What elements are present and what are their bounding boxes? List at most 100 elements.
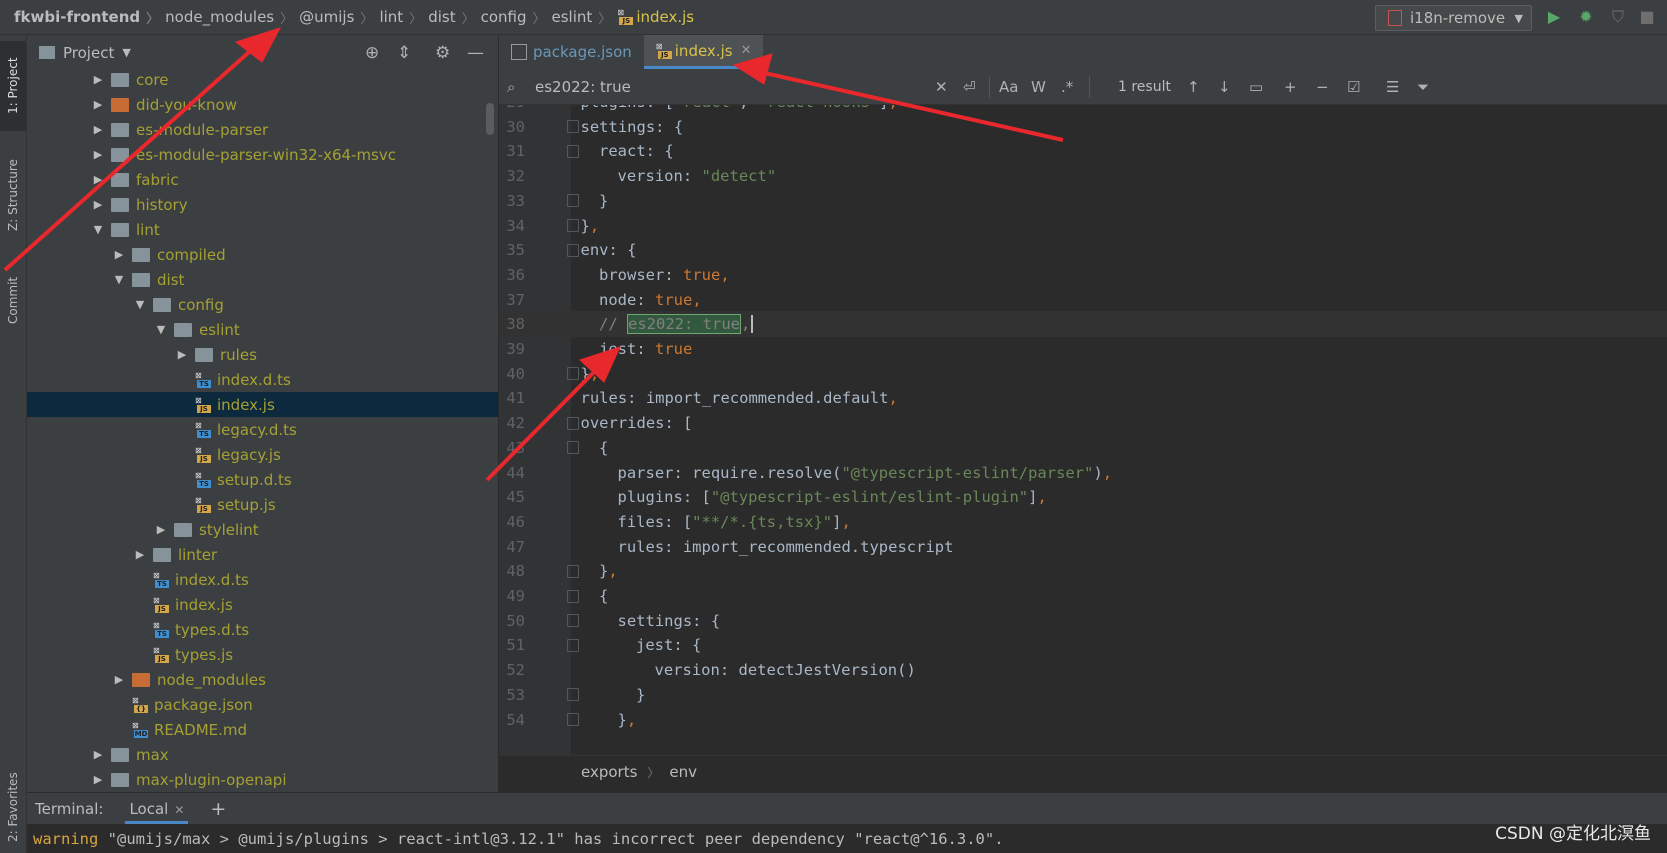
code-line[interactable]: 53} bbox=[499, 682, 1667, 708]
code-line[interactable]: 48}, bbox=[499, 558, 1667, 584]
search-icon[interactable]: ⌕ bbox=[507, 78, 515, 96]
tab-index-js[interactable]: ⊠ JS index.js ✕ bbox=[643, 35, 764, 69]
tree-item[interactable]: ⊠ TS legacy.d.ts bbox=[27, 417, 498, 442]
tree-item[interactable]: ⊠ MD README.md bbox=[27, 717, 498, 742]
tree-item[interactable]: ▶ node_modules bbox=[27, 667, 498, 692]
new-terminal-button[interactable]: + bbox=[210, 798, 226, 820]
project-tree-scrollbar[interactable] bbox=[486, 103, 494, 135]
chevron-right-icon[interactable]: ▶ bbox=[112, 248, 126, 261]
stop-icon[interactable]: ■ bbox=[1638, 8, 1656, 26]
chevron-right-icon[interactable]: ▶ bbox=[91, 173, 105, 186]
code-line[interactable]: 41 rules: import_recommended.default, bbox=[499, 385, 1667, 411]
code-line[interactable]: 51 jest: { bbox=[499, 632, 1667, 658]
tool-tab-structure[interactable]: Z: Structure bbox=[0, 145, 26, 245]
editor-breadcrumb-item[interactable]: env bbox=[669, 763, 697, 781]
tree-item[interactable]: ▶ compiled bbox=[27, 242, 498, 267]
code-line[interactable]: 54}, bbox=[499, 707, 1667, 733]
locate-file-icon[interactable]: ⊕ bbox=[365, 43, 379, 63]
code-line[interactable]: 34}, bbox=[499, 213, 1667, 239]
fold-marker-icon[interactable] bbox=[567, 120, 579, 134]
breadcrumb-item-project[interactable]: fkwbi-frontend 〉 bbox=[0, 8, 165, 27]
chevron-right-icon[interactable]: ▶ bbox=[91, 748, 105, 761]
tree-item[interactable]: ⊠ TS setup.d.ts bbox=[27, 467, 498, 492]
chevron-down-icon[interactable]: ▼ bbox=[91, 223, 105, 236]
code-line[interactable]: 36 browser: true, bbox=[499, 262, 1667, 288]
breadcrumb-item-file[interactable]: ⊠ JS index.js bbox=[617, 8, 694, 26]
fold-marker-icon[interactable] bbox=[567, 688, 579, 702]
tree-item[interactable]: ▼ lint bbox=[27, 217, 498, 242]
tree-item[interactable]: ⊠ TS index.d.ts bbox=[27, 567, 498, 592]
debug-icon[interactable]: ✹ bbox=[1577, 8, 1595, 26]
tree-item[interactable]: ▶ fabric bbox=[27, 167, 498, 192]
code-line[interactable]: 46 files: ["**/*.{ts,tsx}"], bbox=[499, 509, 1667, 535]
code-line[interactable]: 37 node: true, bbox=[499, 287, 1667, 313]
fold-marker-icon[interactable] bbox=[567, 243, 579, 257]
code-line[interactable]: 52 version: detectJestVersion() bbox=[499, 657, 1667, 683]
chevron-right-icon[interactable]: ▶ bbox=[133, 548, 147, 561]
terminal-output[interactable]: warning "@umijs/max > @umijs/plugins > r… bbox=[27, 824, 1667, 853]
fold-marker-icon[interactable] bbox=[567, 219, 579, 232]
fold-marker-icon[interactable] bbox=[567, 144, 579, 158]
code-line[interactable]: 38 // es2022: true, bbox=[499, 311, 1667, 338]
chevron-right-icon[interactable]: ▶ bbox=[91, 123, 105, 136]
tree-item[interactable]: ⊠ JS index.js bbox=[27, 592, 498, 617]
run-icon[interactable]: ▶ bbox=[1545, 8, 1563, 26]
filter-options-icon[interactable]: ☰ bbox=[1386, 78, 1399, 96]
project-panel-title[interactable]: Project bbox=[63, 44, 114, 62]
tool-tab-favorites[interactable]: 2: Favorites bbox=[0, 765, 26, 850]
chevron-right-icon[interactable]: ▶ bbox=[112, 673, 126, 686]
run-configuration-select[interactable]: i18n-remove ▼ bbox=[1375, 5, 1532, 31]
code-line[interactable]: 50 settings: { bbox=[499, 608, 1667, 634]
close-icon[interactable]: ✕ bbox=[741, 43, 752, 58]
breadcrumb-item-dist[interactable]: dist 〉 bbox=[428, 8, 480, 27]
select-all-occurrences-icon[interactable]: ▭ bbox=[1249, 78, 1263, 96]
arrow-down-icon[interactable]: ↓ bbox=[1218, 78, 1231, 96]
tree-item[interactable]: ▶ stylelint bbox=[27, 517, 498, 542]
fold-marker-icon[interactable] bbox=[567, 367, 579, 381]
chevron-down-icon[interactable]: ▼ bbox=[154, 323, 168, 336]
code-line[interactable]: 49 { bbox=[499, 583, 1667, 609]
match-case-toggle[interactable]: Aa bbox=[999, 78, 1018, 96]
tree-item[interactable]: ▼ dist bbox=[27, 267, 498, 292]
code-line[interactable]: 31 react: { bbox=[499, 138, 1667, 164]
code-line[interactable]: 39 jest: true bbox=[499, 336, 1667, 362]
tree-item[interactable]: ▶ es-module-parser-win32-x64-msvc bbox=[27, 142, 498, 167]
tree-item[interactable]: ⊠ TS types.d.ts bbox=[27, 617, 498, 642]
tree-item[interactable]: ▶ linter bbox=[27, 542, 498, 567]
code-line[interactable]: 42 overrides: [ bbox=[499, 410, 1667, 436]
tree-item[interactable]: ▶ es-module-parser bbox=[27, 117, 498, 142]
tree-item[interactable]: ⊠{} package.json bbox=[27, 692, 498, 717]
code-line[interactable]: 32 version: "detect" bbox=[499, 163, 1667, 189]
add-selection-icon[interactable]: + bbox=[1284, 78, 1297, 96]
chevron-right-icon[interactable]: ▶ bbox=[91, 73, 105, 86]
chevron-right-icon[interactable]: ▶ bbox=[175, 348, 189, 361]
chevron-right-icon[interactable]: ▶ bbox=[91, 148, 105, 161]
tree-item[interactable]: ▼ config bbox=[27, 292, 498, 317]
chevron-down-icon[interactable]: ▼ bbox=[122, 46, 130, 59]
code-editor[interactable]: 29 plugins: ['react', 'react-hooks'], 30 se… bbox=[499, 105, 1667, 755]
code-line[interactable]: 33} bbox=[499, 188, 1667, 214]
tree-item[interactable]: ▼ eslint bbox=[27, 317, 498, 342]
tool-tab-project[interactable]: 1: Project bbox=[0, 41, 26, 131]
tree-item[interactable]: ▶ max bbox=[27, 742, 498, 767]
tree-item[interactable]: ⊠ JS setup.js bbox=[27, 492, 498, 517]
arrow-up-icon[interactable]: ↑ bbox=[1187, 78, 1200, 96]
filter-icon[interactable]: ⏷ bbox=[1417, 78, 1429, 96]
breadcrumb-item-eslint[interactable]: eslint 〉 bbox=[552, 8, 618, 27]
tool-tab-commit[interactable]: Commit bbox=[0, 260, 26, 340]
breadcrumb-item-lint[interactable]: lint 〉 bbox=[379, 8, 428, 27]
remove-selection-icon[interactable]: − bbox=[1316, 78, 1329, 96]
chevron-right-icon[interactable]: ▶ bbox=[91, 198, 105, 211]
code-line[interactable]: 45 plugins: ["@typescript-eslint/eslint-p… bbox=[499, 484, 1667, 510]
tree-item[interactable]: ▶ history bbox=[27, 192, 498, 217]
fold-marker-icon[interactable] bbox=[567, 638, 579, 652]
tab-package-json[interactable]: package.json bbox=[499, 35, 644, 69]
tree-item[interactable]: ⊠ JS legacy.js bbox=[27, 442, 498, 467]
hide-panel-icon[interactable]: — bbox=[467, 43, 484, 63]
chevron-right-icon[interactable]: ▶ bbox=[154, 523, 168, 536]
terminal-tab-local[interactable]: Local ✕ bbox=[125, 794, 189, 824]
search-input[interactable]: es2022: true bbox=[535, 78, 631, 96]
close-icon[interactable]: ✕ bbox=[174, 803, 184, 817]
fold-marker-icon[interactable] bbox=[567, 589, 579, 603]
code-line[interactable]: 43 { bbox=[499, 435, 1667, 461]
